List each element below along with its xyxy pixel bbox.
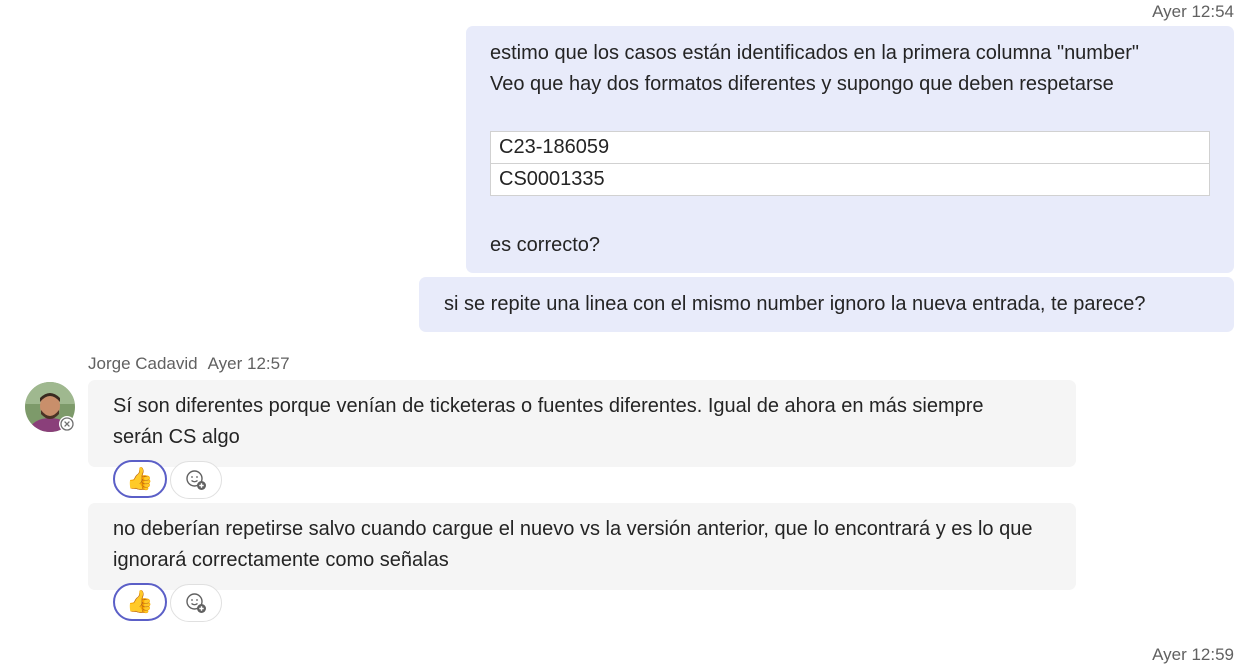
cases-table: C23-186059 CS0001335 [490, 131, 1210, 196]
incoming-message-bubble[interactable]: no deberían repetirse salvo cuando cargu… [88, 503, 1076, 590]
message-line: estimo que los casos están identificados… [490, 42, 1139, 64]
table-row: CS0001335 [490, 163, 1210, 196]
add-reaction-button[interactable] [170, 584, 222, 622]
sender-header: Jorge Cadavid Ayer 12:57 [88, 354, 290, 374]
message-line: es correcto? [490, 234, 601, 256]
table-row: C23-186059 [490, 131, 1210, 164]
message-text: no deberían repetirse salvo cuando cargu… [113, 518, 1033, 571]
message-line: Veo que hay dos formatos diferentes y su… [490, 73, 1114, 95]
table-cell: CS0001335 [490, 163, 1210, 196]
message-text: si se repite una linea con el mismo numb… [444, 293, 1146, 315]
sender-name[interactable]: Jorge Cadavid [88, 354, 198, 373]
reaction-like-button[interactable]: 👍 [113, 583, 167, 621]
outgoing-message-bubble[interactable]: si se repite una linea con el mismo numb… [419, 277, 1234, 332]
add-reaction-button[interactable] [170, 461, 222, 499]
message-timestamp: Ayer 12:59 [1152, 645, 1234, 664]
avatar[interactable] [25, 382, 77, 434]
add-reaction-icon [186, 470, 206, 490]
message-timestamp: Ayer 12:57 [207, 354, 290, 373]
message-timestamp: Ayer 12:54 [1152, 2, 1234, 21]
message-text: Sí son diferentes porque venían de ticke… [113, 395, 984, 448]
add-reaction-icon [186, 593, 206, 613]
outgoing-message-bubble[interactable]: estimo que los casos están identificados… [466, 26, 1234, 273]
thumbs-up-icon: 👍 [126, 589, 154, 614]
presence-offline-icon [59, 416, 75, 432]
reaction-like-button[interactable]: 👍 [113, 460, 167, 498]
incoming-message-bubble[interactable]: Sí son diferentes porque venían de ticke… [88, 380, 1076, 467]
table-cell: C23-186059 [490, 131, 1210, 164]
thumbs-up-icon: 👍 [126, 466, 154, 491]
